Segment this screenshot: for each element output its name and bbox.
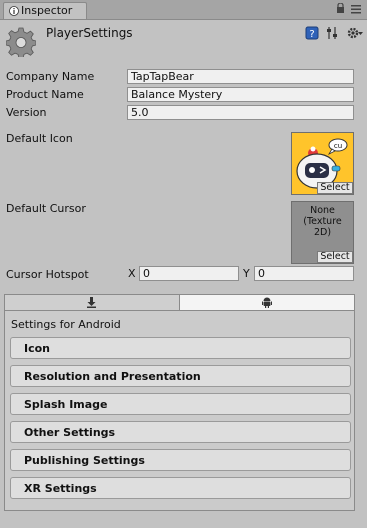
section-icon-label: Icon: [24, 342, 51, 355]
section-splash-label: Splash Image: [24, 398, 108, 411]
company-name-label: Company Name: [6, 70, 95, 83]
default-cursor-picker[interactable]: None (Texture 2D) Select: [291, 201, 354, 264]
android-settings-panel: Settings for Android Icon Resolution and…: [4, 311, 355, 511]
page-title: PlayerSettings: [46, 26, 133, 40]
product-name-label: Product Name: [6, 88, 84, 101]
svg-text:?: ?: [309, 29, 314, 40]
default-icon-picker[interactable]: cu Select: [291, 132, 354, 195]
cursor-texture-dim-text: 2D): [313, 227, 332, 238]
cursor-texture-text: None (Texture 2D): [292, 205, 353, 238]
speech-bubble-text: cu: [334, 142, 342, 150]
preset-sliders-icon[interactable]: [325, 26, 339, 40]
product-name-input[interactable]: Balance Mystery: [127, 87, 354, 102]
android-icon: [262, 297, 272, 308]
product-name-row: Product Name Balance Mystery: [6, 87, 358, 103]
version-row: Version 5.0: [6, 105, 358, 121]
company-name-row: Company Name TapTapBear: [6, 69, 358, 85]
menu-icon[interactable]: [351, 4, 361, 14]
company-name-input[interactable]: TapTapBear: [127, 69, 354, 84]
inspector-tab-bar: Inspector: [0, 0, 367, 20]
section-other-settings[interactable]: Other Settings: [10, 421, 351, 443]
default-cursor-label: Default Cursor: [6, 202, 86, 215]
cursor-texture-type-text: (Texture: [303, 216, 342, 227]
section-resolution-label: Resolution and Presentation: [24, 370, 201, 383]
section-icon[interactable]: Icon: [10, 337, 351, 359]
player-settings-gear-icon: [6, 27, 36, 57]
default-icon-select-button[interactable]: Select: [317, 182, 353, 194]
hotspot-y-input[interactable]: 0: [254, 266, 354, 281]
section-xr-label: XR Settings: [24, 482, 97, 495]
inspector-tab-label: Inspector: [21, 4, 73, 17]
section-publishing-label: Publishing Settings: [24, 454, 145, 467]
settings-for-android-title: Settings for Android: [11, 318, 121, 331]
section-publishing-settings[interactable]: Publishing Settings: [10, 449, 351, 471]
settings-gear-icon[interactable]: [347, 26, 363, 40]
section-other-label: Other Settings: [24, 426, 116, 439]
section-splash-image[interactable]: Splash Image: [10, 393, 351, 415]
help-icon[interactable]: ?: [305, 26, 319, 40]
platform-tabs: [4, 294, 355, 311]
cursor-none-text: None: [310, 205, 335, 216]
object-header: PlayerSettings ?: [0, 20, 367, 64]
lock-icon[interactable]: [336, 3, 345, 13]
inspector-tab[interactable]: Inspector: [3, 2, 87, 19]
cursor-hotspot-label: Cursor Hotspot: [6, 268, 89, 281]
hotspot-x-input[interactable]: 0: [139, 266, 239, 281]
info-icon: [9, 6, 19, 16]
hotspot-y-label[interactable]: Y: [243, 267, 250, 280]
default-cursor-select-button[interactable]: Select: [317, 251, 353, 263]
download-icon: [87, 297, 96, 308]
default-icon-label: Default Icon: [6, 132, 73, 145]
hotspot-x-label[interactable]: X: [128, 267, 136, 280]
tab-android[interactable]: [180, 295, 354, 310]
version-label: Version: [6, 106, 47, 119]
section-xr-settings[interactable]: XR Settings: [10, 477, 351, 499]
version-input[interactable]: 5.0: [127, 105, 354, 120]
section-resolution-and-presentation[interactable]: Resolution and Presentation: [10, 365, 351, 387]
tab-standalone[interactable]: [5, 295, 180, 310]
